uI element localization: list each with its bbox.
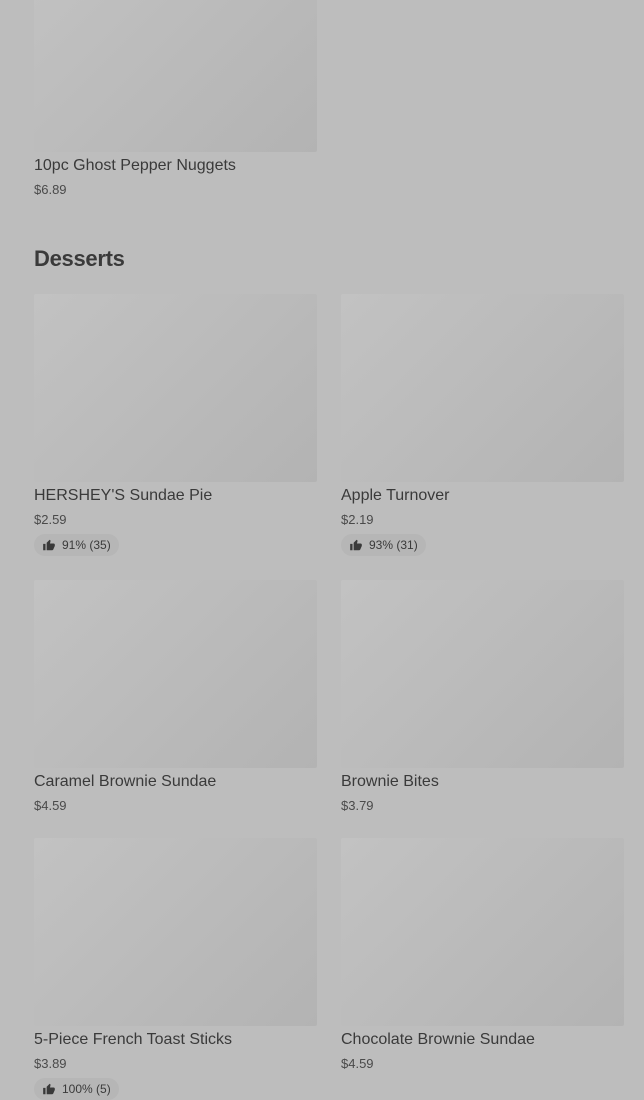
item-image-placeholder [34, 294, 317, 482]
item-name: Brownie Bites [341, 773, 439, 790]
thumbs-up-icon [43, 539, 55, 551]
item-name: Caramel Brownie Sundae [34, 773, 217, 790]
item-image-placeholder [341, 580, 624, 768]
menu-item-card[interactable]: Brownie Bites $3.79 [341, 580, 624, 813]
menu-item-card[interactable]: Apple Turnover $2.19 93% (31) [341, 294, 624, 556]
item-name: Chocolate Brownie Sundae [341, 1031, 535, 1048]
rating-text: 100% (5) [62, 1082, 111, 1096]
item-name: 10pc Ghost Pepper Nuggets [34, 157, 236, 174]
item-price: $2.19 [341, 512, 374, 527]
rating-text: 93% (31) [369, 538, 418, 552]
menu-item-card[interactable]: 10pc Ghost Pepper Nuggets $6.89 [34, 0, 317, 197]
item-image-placeholder [34, 580, 317, 768]
item-name: 5-Piece French Toast Sticks [34, 1031, 233, 1048]
item-image-placeholder [341, 294, 624, 482]
rating-badge: 93% (31) [341, 534, 426, 556]
menu-item-card[interactable]: Caramel Brownie Sundae $4.59 [34, 580, 317, 813]
menu-item-card[interactable]: 5-Piece French Toast Sticks $3.89 100% (… [34, 838, 317, 1100]
item-price: $3.89 [34, 1056, 67, 1071]
item-price: $2.59 [34, 512, 67, 527]
item-name: Apple Turnover [341, 487, 450, 504]
menu-item-card[interactable]: HERSHEY'S Sundae Pie $2.59 91% (35) [34, 294, 317, 556]
item-price: $6.89 [34, 182, 67, 197]
item-price: $4.59 [341, 1056, 374, 1071]
item-image-placeholder [341, 838, 624, 1026]
section-title-desserts: Desserts [34, 246, 125, 271]
menu-item-card[interactable]: Chocolate Brownie Sundae $4.59 [341, 838, 624, 1071]
rating-badge: 91% (35) [34, 534, 119, 556]
item-name: HERSHEY'S Sundae Pie [34, 487, 213, 504]
thumbs-up-icon [43, 1083, 55, 1095]
rating-badge: 100% (5) [34, 1078, 119, 1100]
item-price: $3.79 [341, 798, 374, 813]
item-image-placeholder [34, 838, 317, 1026]
item-price: $4.59 [34, 798, 67, 813]
thumbs-up-icon [350, 539, 362, 551]
rating-text: 91% (35) [62, 538, 111, 552]
item-image-placeholder [34, 0, 317, 152]
